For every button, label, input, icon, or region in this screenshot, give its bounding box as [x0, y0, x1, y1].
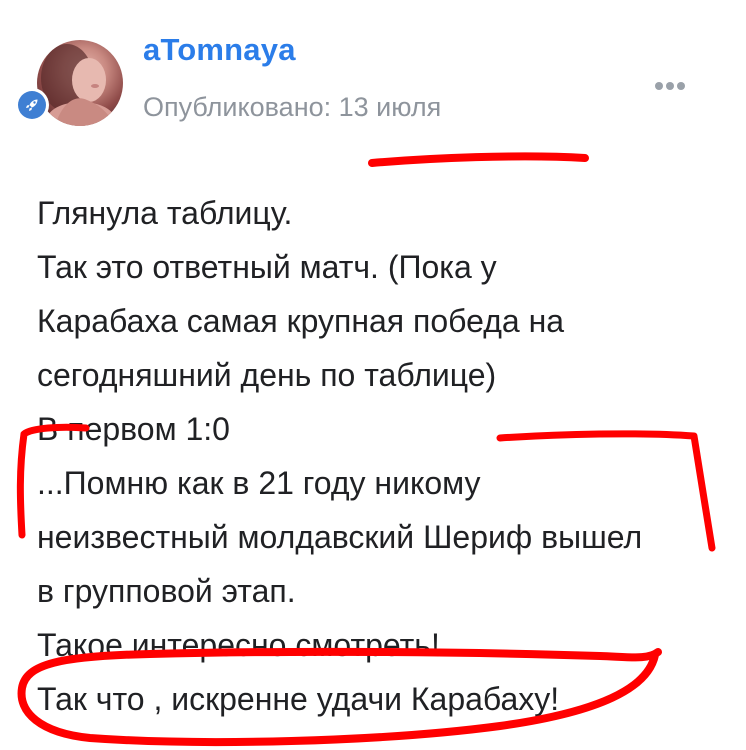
more-options-button[interactable] [652, 76, 688, 96]
post-line: Такое интересно смотреть! [37, 627, 440, 663]
avatar-badge [15, 88, 49, 122]
post-line: Карабаха самая крупная победа на [37, 303, 565, 339]
date-underline [368, 152, 589, 167]
post-line: Так это ответный матч. (Пока у [37, 249, 497, 285]
avatar-photo [41, 44, 115, 126]
post-line: Так что , искренне удачи Карабаху! [37, 681, 560, 717]
author-name[interactable]: aTomnaya [143, 32, 296, 68]
post-line: в групповой этап. [37, 573, 296, 609]
post-line: В первом 1:0 [37, 411, 230, 447]
post-line: Глянула таблицу. [37, 195, 293, 231]
post-line: ...Помню как в 21 году никому [37, 465, 481, 501]
post-line: неизвестный молдавский Шериф вышел [37, 519, 643, 555]
post-line: сегодняшний день по таблице) [37, 357, 497, 393]
post-text: Глянула таблицу. Так это ответный матч. … [37, 186, 717, 726]
avatar[interactable] [37, 40, 123, 126]
post-card: aTomnaya Опубликовано: 13 июля Глянула т… [0, 0, 746, 750]
published-date: Опубликовано: 13 июля [143, 92, 442, 122]
rocket-icon [18, 91, 46, 119]
more-dots-icon [655, 82, 685, 90]
